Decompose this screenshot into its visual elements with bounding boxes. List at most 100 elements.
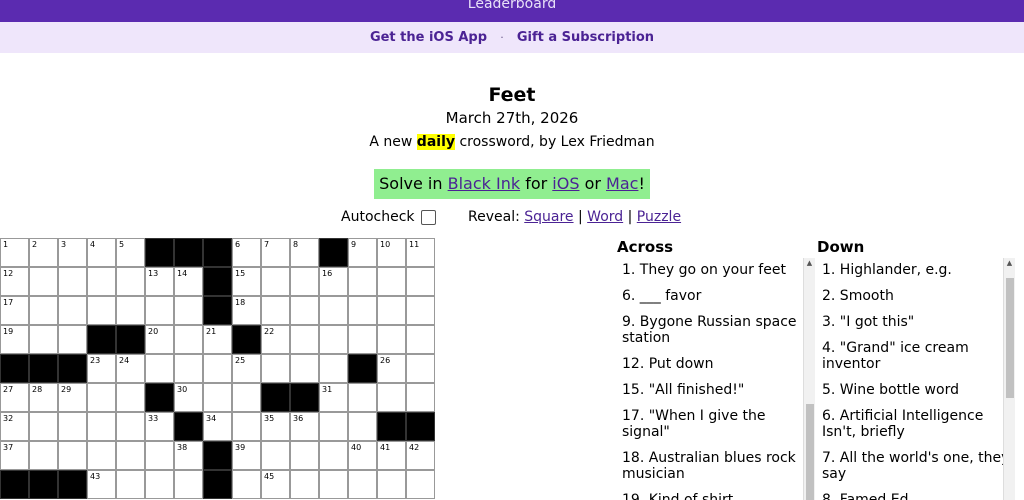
grid-cell[interactable] — [290, 441, 319, 470]
across-clue[interactable]: 17. "When I give the signal" — [616, 406, 812, 448]
grid-cell[interactable] — [87, 441, 116, 470]
grid-cell[interactable] — [261, 354, 290, 383]
grid-cell[interactable] — [116, 267, 145, 296]
across-clue[interactable]: 1. They go on your feet — [616, 260, 812, 286]
reveal-word-link[interactable]: Word — [587, 209, 623, 225]
get-ios-app-link[interactable]: Get the iOS App — [370, 30, 487, 45]
grid-cell[interactable] — [58, 267, 87, 296]
across-clue[interactable]: 6. ___ favor — [616, 286, 812, 312]
scrollbar-thumb[interactable] — [806, 404, 814, 500]
grid-cell[interactable] — [406, 383, 435, 412]
down-clue[interactable]: 2. Smooth — [816, 286, 1012, 312]
down-clue[interactable]: 5. Wine bottle word — [816, 380, 1012, 406]
grid-cell[interactable]: 27 — [0, 383, 29, 412]
grid-cell[interactable]: 3 — [58, 238, 87, 267]
grid-cell[interactable]: 11 — [406, 238, 435, 267]
grid-cell[interactable] — [145, 296, 174, 325]
grid-cell[interactable] — [116, 296, 145, 325]
grid-cell[interactable] — [174, 296, 203, 325]
grid-cell[interactable] — [319, 354, 348, 383]
grid-cell[interactable]: 16 — [319, 267, 348, 296]
grid-cell[interactable] — [348, 412, 377, 441]
grid-cell[interactable] — [290, 470, 319, 499]
grid-cell[interactable]: 39 — [232, 441, 261, 470]
down-scrollbar[interactable]: ▲ — [1003, 258, 1015, 500]
grid-cell[interactable] — [319, 412, 348, 441]
across-scrollbar[interactable]: ▲ — [803, 258, 815, 500]
grid-cell[interactable] — [406, 325, 435, 354]
grid-cell[interactable]: 30 — [174, 383, 203, 412]
grid-cell[interactable] — [290, 354, 319, 383]
down-clue[interactable]: 6. Artificial Intelligence Isn't, briefl… — [816, 406, 1012, 448]
grid-cell[interactable]: 20 — [145, 325, 174, 354]
grid-cell[interactable] — [261, 296, 290, 325]
grid-cell[interactable]: 13 — [145, 267, 174, 296]
grid-cell[interactable] — [174, 325, 203, 354]
down-clue[interactable]: 8. Famed Ed — [816, 490, 1012, 500]
grid-cell[interactable]: 42 — [406, 441, 435, 470]
gift-subscription-link[interactable]: Gift a Subscription — [517, 30, 654, 45]
grid-cell[interactable] — [319, 441, 348, 470]
grid-cell[interactable]: 38 — [174, 441, 203, 470]
grid-cell[interactable] — [58, 441, 87, 470]
scroll-up-arrow-icon[interactable]: ▲ — [1004, 258, 1015, 269]
grid-cell[interactable] — [348, 383, 377, 412]
grid-cell[interactable]: 17 — [0, 296, 29, 325]
grid-cell[interactable] — [232, 470, 261, 499]
grid-cell[interactable] — [377, 470, 406, 499]
grid-cell[interactable]: 29 — [58, 383, 87, 412]
grid-cell[interactable]: 37 — [0, 441, 29, 470]
grid-cell[interactable] — [58, 296, 87, 325]
grid-cell[interactable] — [29, 296, 58, 325]
grid-cell[interactable] — [174, 470, 203, 499]
grid-cell[interactable] — [87, 267, 116, 296]
grid-cell[interactable]: 2 — [29, 238, 58, 267]
grid-cell[interactable] — [377, 267, 406, 296]
grid-cell[interactable]: 41 — [377, 441, 406, 470]
grid-cell[interactable]: 6 — [232, 238, 261, 267]
down-clue[interactable]: 3. "I got this" — [816, 312, 1012, 338]
grid-cell[interactable] — [319, 325, 348, 354]
ios-link[interactable]: iOS — [552, 174, 579, 193]
grid-cell[interactable]: 32 — [0, 412, 29, 441]
down-clue[interactable]: 7. All the world's one, they say — [816, 448, 1012, 490]
grid-cell[interactable]: 25 — [232, 354, 261, 383]
grid-cell[interactable] — [406, 354, 435, 383]
grid-cell[interactable] — [406, 267, 435, 296]
scrollbar-thumb[interactable] — [1006, 278, 1014, 398]
grid-cell[interactable] — [406, 470, 435, 499]
grid-cell[interactable]: 34 — [203, 412, 232, 441]
grid-cell[interactable]: 18 — [232, 296, 261, 325]
grid-cell[interactable]: 36 — [290, 412, 319, 441]
grid-cell[interactable] — [29, 267, 58, 296]
grid-cell[interactable]: 26 — [377, 354, 406, 383]
grid-cell[interactable] — [377, 325, 406, 354]
grid-cell[interactable] — [377, 383, 406, 412]
autocheck-checkbox[interactable] — [421, 210, 436, 225]
grid-cell[interactable] — [58, 412, 87, 441]
grid-cell[interactable] — [261, 441, 290, 470]
grid-cell[interactable]: 8 — [290, 238, 319, 267]
across-clue[interactable]: 9. Bygone Russian space station — [616, 312, 812, 354]
grid-cell[interactable] — [145, 354, 174, 383]
grid-cell[interactable] — [58, 325, 87, 354]
grid-cell[interactable] — [261, 267, 290, 296]
grid-cell[interactable] — [116, 383, 145, 412]
grid-cell[interactable] — [145, 441, 174, 470]
grid-cell[interactable] — [87, 383, 116, 412]
grid-cell[interactable] — [348, 296, 377, 325]
grid-cell[interactable] — [290, 296, 319, 325]
grid-cell[interactable]: 12 — [0, 267, 29, 296]
scroll-up-arrow-icon[interactable]: ▲ — [804, 258, 815, 269]
grid-cell[interactable]: 40 — [348, 441, 377, 470]
grid-cell[interactable] — [232, 412, 261, 441]
black-ink-link[interactable]: Black Ink — [448, 174, 521, 193]
grid-cell[interactable] — [87, 296, 116, 325]
grid-cell[interactable] — [174, 354, 203, 383]
grid-cell[interactable] — [406, 296, 435, 325]
leaderboard-link[interactable]: Leaderboard — [468, 0, 556, 12]
grid-cell[interactable] — [232, 383, 261, 412]
grid-cell[interactable] — [319, 470, 348, 499]
grid-cell[interactable] — [145, 470, 174, 499]
grid-cell[interactable]: 9 — [348, 238, 377, 267]
